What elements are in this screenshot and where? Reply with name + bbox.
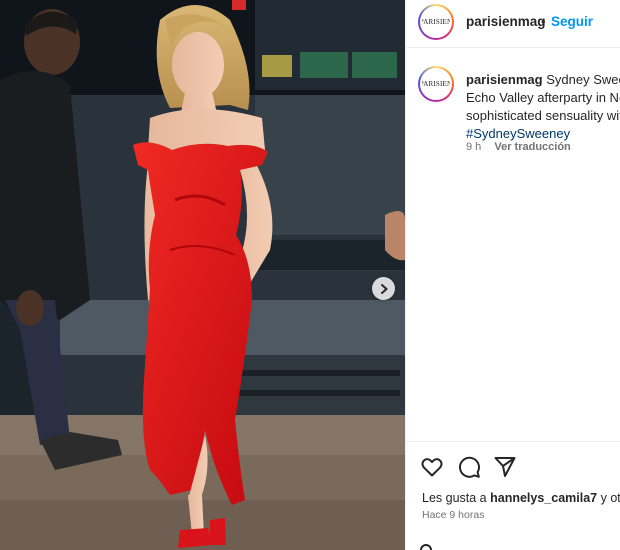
photo-scene (0, 0, 405, 550)
share-icon[interactable] (493, 455, 517, 479)
caption-hashtag[interactable]: #SydneySweeney (466, 126, 570, 141)
follow-button[interactable]: Seguir (551, 14, 593, 29)
caption-meta: 9 h Ver traducción (466, 141, 571, 153)
caption-avatar[interactable]: PARISIEN (418, 66, 454, 102)
caption-text-2: Echo Valley afterparty in New (466, 90, 620, 105)
likes-user[interactable]: hannelys_camila7 (490, 491, 597, 505)
see-translation-link[interactable]: Ver traducción (494, 141, 570, 153)
header-username[interactable]: parisienmag (466, 14, 546, 29)
caption-age: 9 h (466, 141, 482, 153)
header-separator: • (541, 14, 546, 29)
post-timestamp[interactable]: Hace 9 horas (422, 509, 484, 521)
chevron-right-icon (380, 283, 387, 294)
caption-text-1: Sydney Sweene (546, 72, 620, 87)
actions-divider (406, 441, 620, 442)
caption-line-1: parisienmag Sydney Sweene (466, 71, 620, 89)
next-photo-button[interactable] (372, 277, 395, 300)
post-header: PARISIEN parisienmag • Seguir (406, 0, 620, 48)
avatar-logo-text: PARISIEN (420, 18, 452, 26)
post-photo[interactable] (0, 0, 405, 550)
caption-text-3: sophisticated sensuality with (466, 108, 620, 123)
likes-prefix: Les gusta a (422, 491, 487, 505)
caption-username[interactable]: parisienmag (466, 72, 543, 87)
likes-suffix[interactable]: y otra (601, 491, 620, 505)
avatar[interactable]: PARISIEN (418, 4, 454, 40)
caption-avatar-logo-text: PARISIEN (420, 80, 452, 88)
heart-icon[interactable] (420, 455, 444, 479)
likes-summary: Les gusta a hannelys_camila7 y otra (422, 491, 620, 505)
post-caption: parisienmag Sydney Sweene Echo Valley af… (466, 71, 620, 143)
post-side-panel: PARISIEN parisienmag • Seguir PARISIEN p… (405, 0, 620, 550)
comment-icon[interactable] (457, 455, 481, 479)
comment-emoji-icon[interactable] (420, 544, 432, 550)
